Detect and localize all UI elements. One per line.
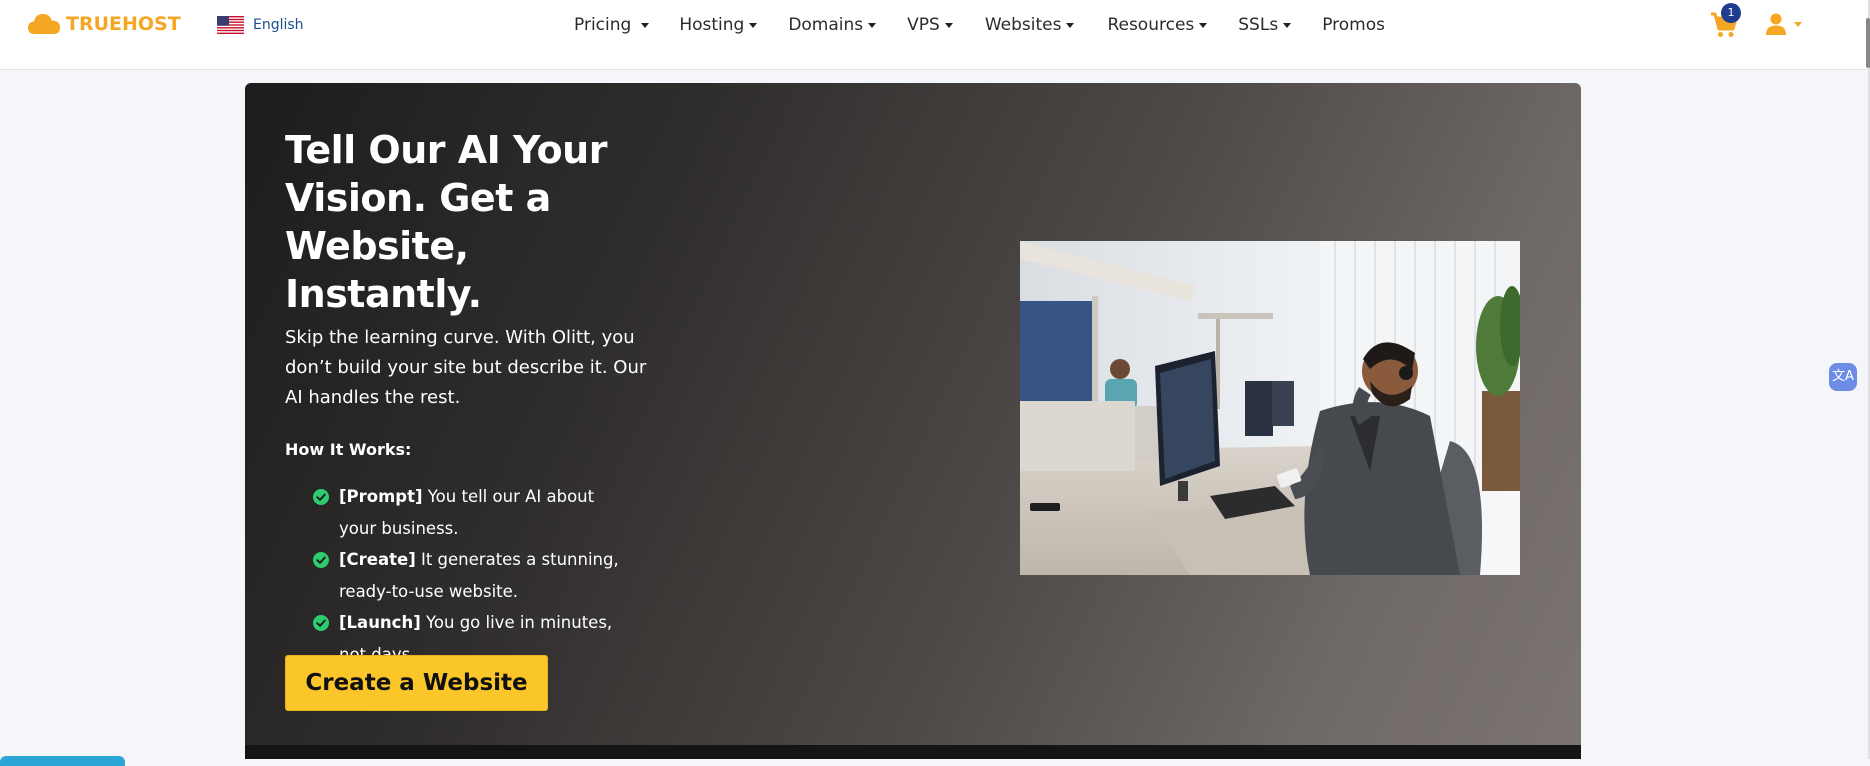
nav-item-websites[interactable]: Websites [985, 15, 1075, 35]
list-item: [Create] It generates a stunning, ready-… [313, 544, 685, 608]
section-divider [245, 745, 1581, 759]
us-flag-icon [217, 16, 244, 34]
language-selector[interactable]: English [217, 16, 304, 34]
cart-count-badge: 1 [1721, 3, 1741, 23]
hero-section: Tell Our AI Your Vision. Get a Website, … [245, 83, 1581, 759]
chevron-down-icon [1283, 22, 1292, 28]
chevron-down-icon [944, 22, 953, 28]
brand-logo[interactable]: TRUEHOST [27, 12, 181, 36]
translate-icon: 文A [1832, 369, 1854, 384]
check-circle-icon [313, 615, 329, 631]
nav-item-pricing[interactable]: Pricing [574, 15, 650, 35]
brand-name: TRUEHOST [66, 13, 181, 35]
user-icon [1766, 13, 1786, 35]
chevron-down-icon [641, 22, 650, 28]
nav-item-domains[interactable]: Domains [788, 15, 877, 35]
list-item: [Prompt] You tell our AI about your busi… [313, 481, 685, 545]
top-navigation-bar: TRUEHOST English Pricing Hosting Domains… [0, 0, 1868, 70]
hero-content: Tell Our AI Your Vision. Get a Website, … [285, 126, 685, 671]
cloud-icon [28, 14, 60, 34]
nav-item-ssls[interactable]: SSLs [1238, 15, 1292, 35]
chevron-down-icon [1794, 21, 1802, 27]
hero-title: Tell Our AI Your Vision. Get a Website, … [285, 128, 607, 316]
check-circle-icon [313, 489, 329, 505]
scrollbar-thumb[interactable] [1866, 18, 1870, 68]
main-nav: Pricing Hosting Domains VPS Websites Res… [574, 13, 1385, 37]
nav-item-promos[interactable]: Promos [1322, 15, 1385, 35]
language-label: English [253, 17, 304, 33]
chevron-down-icon [1199, 22, 1208, 28]
translate-widget[interactable]: 文A [1829, 363, 1857, 391]
office-illustration [1020, 241, 1520, 575]
chat-widget-tab[interactable] [0, 756, 125, 766]
nav-item-vps[interactable]: VPS [907, 15, 953, 35]
hero-image [1020, 241, 1520, 575]
create-website-button[interactable]: Create a Website [285, 655, 548, 711]
check-circle-icon [313, 552, 329, 568]
nav-item-resources[interactable]: Resources [1107, 15, 1208, 35]
step-tag: [Create] [339, 550, 416, 569]
step-tag: [Prompt] [339, 487, 423, 506]
chevron-down-icon [868, 22, 877, 28]
steps-list: [Prompt] You tell our AI about your busi… [285, 481, 685, 671]
user-menu-button[interactable] [1766, 13, 1802, 35]
nav-item-hosting[interactable]: Hosting [679, 15, 758, 35]
chevron-down-icon [1066, 22, 1075, 28]
how-it-works-title: How It Works: [285, 440, 412, 459]
hero-description: Skip the learning curve. With Olitt, you… [285, 327, 647, 408]
step-tag: [Launch] [339, 613, 421, 632]
chevron-down-icon [749, 22, 758, 28]
